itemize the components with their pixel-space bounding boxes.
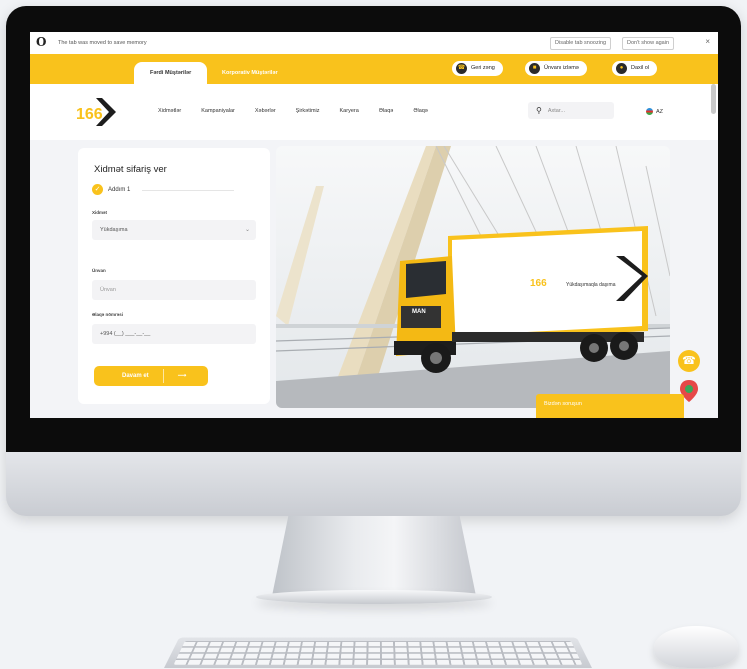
callback-label: Geri zəng: [471, 65, 495, 71]
step-divider: [142, 190, 234, 191]
logo-text: 166: [76, 106, 103, 123]
page-content: Xidmət sifariş ver ✓ Addım 1 Xidmət Yükd…: [30, 140, 718, 418]
keyboard: [164, 637, 592, 668]
monitor-foot: [256, 590, 492, 604]
close-icon[interactable]: ×: [705, 37, 710, 46]
track-address-label: Ünvanı izləmə: [544, 65, 579, 71]
screen: O The tab was moved to save memory Disab…: [30, 32, 718, 418]
language-label: AZ: [656, 108, 664, 115]
main-navbar: 166 Xidmətlər Kampaniyalar Xəbərlər Şirk…: [30, 84, 718, 140]
address-input[interactable]: Ünvan: [92, 280, 256, 300]
phone-icon: ☎: [456, 63, 467, 74]
continue-button[interactable]: Davam et ⟶: [94, 366, 208, 386]
menu-item-company[interactable]: Şirkətimiz: [296, 108, 320, 114]
menu-item-contact[interactable]: Əlaqə: [379, 108, 394, 114]
tab-individual-customers[interactable]: Fərdi Müştərilər: [134, 62, 208, 84]
top-bar: Fərdi Müştərilər Korporativ Müştərilər ☎…: [30, 54, 718, 84]
callback-button[interactable]: ☎ Geri zəng: [452, 61, 503, 76]
language-selector[interactable]: AZ: [646, 108, 663, 115]
service-value: Yükdaşıma: [100, 227, 128, 233]
main-menu: Xidmətlər Kampaniyalar Xəbərlər Şirkətim…: [158, 108, 428, 114]
menu-item-news[interactable]: Xəbərlər: [255, 108, 276, 114]
search-placeholder: Axtar...: [547, 107, 565, 114]
mouse: [654, 626, 738, 668]
search-input[interactable]: ⚲ Axtar...: [528, 102, 614, 119]
login-button[interactable]: ● Daxil ol: [612, 61, 658, 76]
service-label: Xidmət: [92, 210, 108, 215]
truck-brand: MAN: [412, 309, 426, 315]
hero-image: 166 Yükdaşımaqla daşıma MAN: [276, 146, 670, 408]
notification-message: The tab was moved to save memory: [58, 40, 147, 46]
truck-logo: 166: [530, 278, 547, 289]
browser-logo-icon: O: [36, 35, 47, 49]
login-label: Daxil ol: [631, 65, 650, 71]
search-icon: ⚲: [536, 106, 542, 115]
tab-corporate-customers[interactable]: Korporativ Müştərilər: [206, 62, 294, 84]
form-step: ✓ Addım 1: [92, 184, 130, 195]
monitor-stand: [272, 516, 476, 596]
track-address-button[interactable]: ■ Ünvanı izləmə: [525, 61, 587, 76]
floating-phone-button[interactable]: ☎: [678, 350, 700, 372]
box-icon: ■: [529, 63, 540, 74]
form-title: Xidmət sifariş ver: [94, 164, 167, 175]
menu-item-contact-2[interactable]: Əlaqə: [413, 108, 428, 114]
browser-notification-bar: O The tab was moved to save memory Disab…: [30, 32, 718, 55]
check-icon: ✓: [92, 184, 103, 195]
chat-bar[interactable]: Bizdən soruşun: [536, 394, 684, 418]
order-form-card: Xidmət sifariş ver ✓ Addım 1 Xidmət Yükd…: [78, 148, 270, 404]
monitor-chin: [6, 452, 741, 516]
disable-tab-snoozing-button[interactable]: Disable tab snoozing: [550, 37, 612, 50]
truck-text: Yükdaşımaqla daşıma: [566, 282, 616, 288]
phone-input[interactable]: +994 (__) ___-__-__: [92, 324, 256, 344]
user-icon: ●: [616, 63, 627, 74]
address-label: Ünvan: [92, 268, 106, 273]
phone-label: Əlaqə nömrəsi: [92, 312, 124, 317]
flag-icon: [646, 108, 653, 115]
step-label: Addım 1: [108, 186, 131, 193]
menu-item-campaigns[interactable]: Kampaniyalar: [201, 108, 235, 114]
service-select[interactable]: Yükdaşıma ⌄: [92, 220, 256, 240]
scrollbar[interactable]: [711, 84, 716, 114]
menu-item-career[interactable]: Karyera: [340, 108, 359, 114]
arrow-right-icon: ⟶: [177, 373, 187, 379]
company-logo[interactable]: 166: [72, 94, 132, 130]
chevron-down-icon: ⌄: [244, 227, 250, 233]
menu-item-services[interactable]: Xidmətlər: [158, 108, 181, 114]
continue-label: Davam et: [122, 373, 149, 379]
phone-icon: ☎: [682, 355, 696, 367]
dont-show-again-button[interactable]: Don't show again: [622, 37, 675, 50]
chat-label: Bizdən soruşun: [544, 401, 582, 407]
